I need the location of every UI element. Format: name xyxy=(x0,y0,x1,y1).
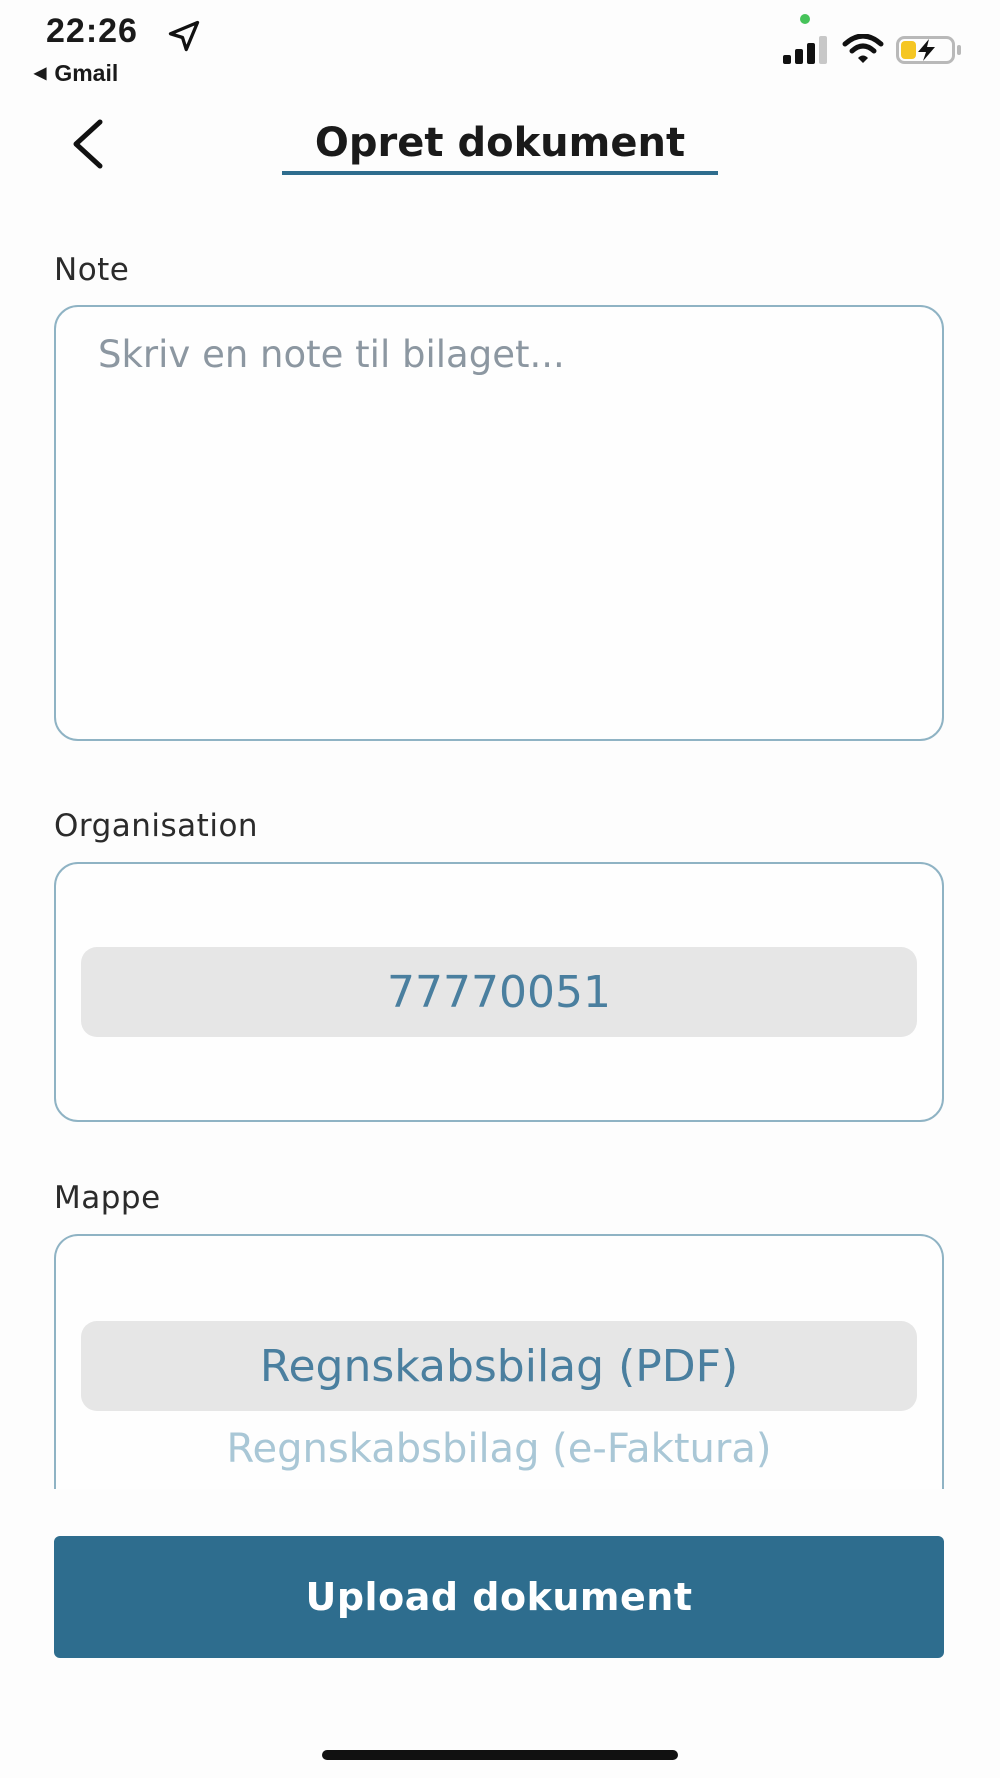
battery-charging-icon xyxy=(896,36,961,64)
status-time: 22:26 xyxy=(46,12,138,50)
note-label: Note xyxy=(54,252,130,288)
note-input[interactable] xyxy=(56,307,942,739)
organisation-label: Organisation xyxy=(54,808,259,844)
mappe-next-option[interactable]: Regnskabsbilag (e-Faktura) xyxy=(81,1414,917,1484)
title-underline xyxy=(282,171,718,175)
location-arrow-icon xyxy=(168,20,200,52)
back-app-arrow-icon: ◀ xyxy=(34,65,47,82)
page-title: Opret dokument xyxy=(314,120,686,166)
note-field[interactable] xyxy=(54,305,944,741)
upload-document-button[interactable]: Upload dokument xyxy=(54,1536,944,1658)
wifi-icon xyxy=(842,34,884,63)
privacy-indicator-dot xyxy=(800,14,810,24)
back-to-app-link[interactable]: ◀ Gmail xyxy=(34,60,118,87)
signal-icon xyxy=(783,36,827,64)
home-indicator[interactable] xyxy=(322,1750,678,1760)
organisation-selected-option[interactable]: 77770051 xyxy=(81,947,917,1037)
mappe-selected-option[interactable]: Regnskabsbilag (PDF) xyxy=(81,1321,917,1411)
mappe-label: Mappe xyxy=(54,1180,161,1216)
mappe-picker[interactable]: Regnskabsbilag (PDF) Regnskabsbilag (e-F… xyxy=(54,1234,944,1489)
organisation-picker[interactable]: 77770051 xyxy=(54,862,944,1122)
back-app-label: Gmail xyxy=(54,60,119,86)
